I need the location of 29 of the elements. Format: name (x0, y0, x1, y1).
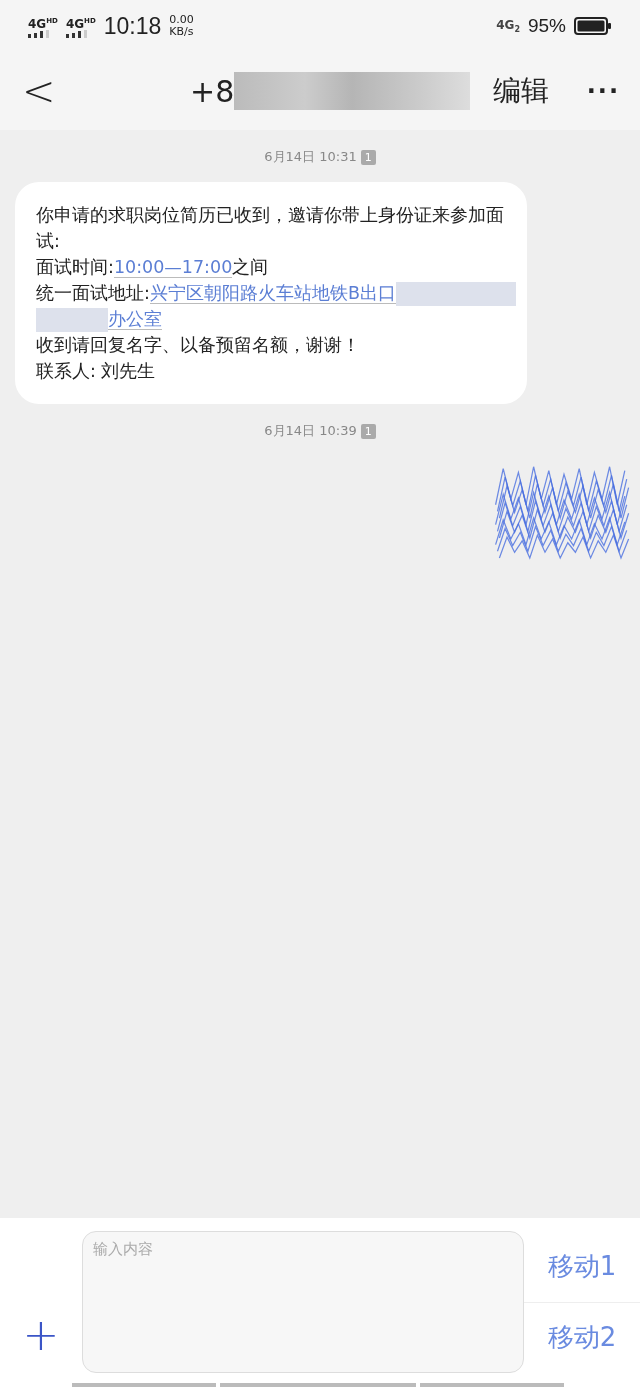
message-text: 统一面试地址: (36, 283, 150, 303)
message-text: 面试时间: (36, 257, 114, 277)
network-speed: 0.00 KB/s (169, 14, 194, 38)
blurred-patch (36, 308, 108, 332)
send-button[interactable]: 移动1 (524, 1231, 640, 1302)
sim-badge: 1 (360, 423, 376, 439)
sim-badge: 1 (360, 149, 376, 165)
message-text: 你申请的求职岗位简历已收到，邀请你带上身份证来参加面试: (36, 205, 504, 251)
back-button[interactable]: < (22, 68, 72, 114)
send-button[interactable]: 移动2 (524, 1301, 640, 1373)
timestamp: 6月14日 10:31 (264, 148, 357, 166)
link[interactable]: 兴宁区朝阳路火车站地铁B出口 (149, 283, 396, 304)
contact-number: +8 (190, 73, 235, 109)
add-button[interactable]: + (0, 1315, 82, 1355)
link[interactable]: 10:00—17:00 (113, 257, 233, 278)
battery-icon (574, 17, 612, 35)
link[interactable]: 办公室 (108, 309, 162, 330)
timestamp: 6月14日 10:39 (264, 422, 357, 440)
battery-percent: 95% (527, 15, 566, 37)
message-text: 之间 (232, 257, 269, 277)
signal-indicator: 4G$^{HD}$ (65, 14, 96, 38)
message-text: 收到请回复名字、以备预留名额，谢谢！ (36, 335, 360, 355)
more-button[interactable]: ··· (586, 77, 620, 105)
edit-button[interactable]: 编辑 (492, 72, 549, 110)
signal-indicator: 4G$^{HD}$ (28, 14, 58, 38)
sim-indicator: 4G$_{2}$ (496, 17, 520, 35)
message-text: 联系人: 刘先生 (36, 361, 156, 381)
clock: 10:18 (103, 12, 162, 40)
message-input[interactable]: 输入内容 (82, 1231, 524, 1373)
